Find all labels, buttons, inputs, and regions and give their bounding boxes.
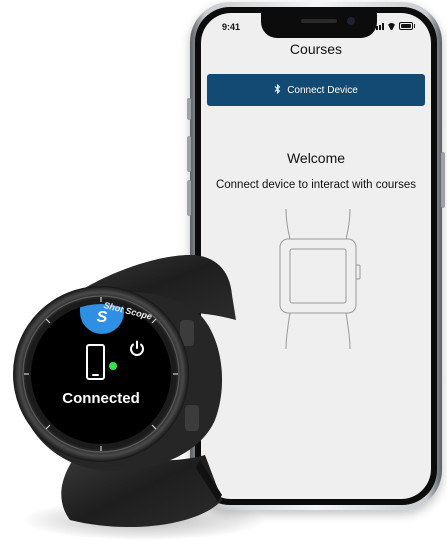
welcome-subtitle: Connect device to interact with courses <box>215 179 417 191</box>
page-title: Courses <box>289 41 343 57</box>
connect-device-button[interactable]: Connect Device <box>207 74 425 106</box>
connect-device-label: Connect Device <box>287 84 358 96</box>
camera-icon <box>347 17 355 25</box>
phone-volume-down <box>187 180 191 216</box>
phone-notch <box>261 13 377 38</box>
phone-power-button <box>441 152 445 208</box>
status-time: 9:41 <box>222 22 241 32</box>
battery-icon <box>399 22 415 30</box>
phone-volume-up <box>187 136 191 172</box>
connection-status-dot <box>109 362 117 370</box>
phone-mute-switch <box>187 98 191 120</box>
watch-display: S Connected <box>32 304 170 444</box>
wifi-icon <box>387 23 396 30</box>
bluetooth-icon <box>274 83 281 96</box>
power-icon[interactable] <box>128 340 146 358</box>
welcome-heading: Welcome <box>286 150 346 166</box>
speaker-grille <box>301 19 337 23</box>
signal-icon <box>373 22 384 30</box>
watch-outline-illustration <box>279 209 361 349</box>
phone-icon <box>86 344 105 380</box>
status-icons <box>373 22 415 30</box>
watch-status-label: Connected <box>62 390 140 407</box>
